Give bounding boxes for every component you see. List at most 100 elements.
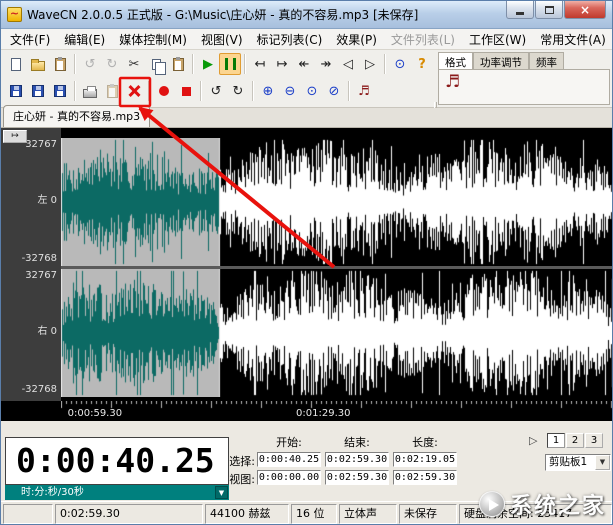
toolbar-button-copy[interactable] bbox=[145, 53, 167, 75]
toolbar-button-save[interactable] bbox=[5, 80, 27, 102]
clipboard-play-icon[interactable]: ▷ bbox=[529, 435, 537, 446]
toolbar-button-go-start[interactable]: ↤ bbox=[249, 53, 271, 75]
go-start-icon: ↤ bbox=[255, 58, 266, 71]
view-start-field[interactable]: 0:00:00.00 bbox=[257, 470, 321, 485]
toolbar-button-new-file[interactable] bbox=[5, 53, 27, 75]
stop-icon bbox=[182, 87, 191, 96]
toolbar-button-record[interactable] bbox=[153, 80, 175, 102]
format-panel: 格式功率调节频率 ♬ bbox=[438, 52, 610, 105]
cycle-icon: ↻ bbox=[233, 85, 244, 98]
toolbar-button-cycle[interactable]: ↻ bbox=[227, 80, 249, 102]
amplitude-ruler: 32767左 0-3276832767右 0-32768 bbox=[1, 128, 61, 401]
open-file-icon bbox=[31, 61, 45, 71]
column-header-start: 开始: bbox=[257, 434, 321, 450]
watermark-text: 系统之家 bbox=[510, 488, 606, 520]
column-header-end: 结束: bbox=[325, 434, 389, 450]
waveform-right-channel[interactable] bbox=[61, 269, 613, 397]
toolbar-button-music-note[interactable]: ♬ bbox=[353, 80, 375, 102]
menu-item-file-list[interactable]: 文件列表(L) bbox=[384, 29, 462, 50]
selection-end-field[interactable]: 0:02:59.30 bbox=[325, 452, 389, 467]
play-before-cursor-icon: ◁ bbox=[343, 58, 353, 71]
toolbar-button-loop[interactable]: ↺ bbox=[205, 80, 227, 102]
save-all-icon bbox=[54, 85, 66, 97]
amplitude-zero-label-left: 左 0 bbox=[37, 195, 57, 207]
toolbar-button-undo[interactable]: ↺ bbox=[79, 53, 101, 75]
wavecn-window: ~ WaveCN 2.0.0.5 正式版 - G:\Music\庄心妍 - 真的… bbox=[0, 0, 613, 525]
row-label-view: 视图: bbox=[223, 471, 255, 487]
panel-tab-frequency[interactable]: 频率 bbox=[529, 52, 564, 69]
toolbar-button-paste[interactable] bbox=[167, 53, 189, 75]
view-length-field[interactable]: 0:02:59.30 bbox=[393, 470, 457, 485]
title-bar: ~ WaveCN 2.0.0.5 正式版 - G:\Music\庄心妍 - 真的… bbox=[1, 1, 612, 29]
selection-length-field[interactable]: 0:02:19.05 bbox=[393, 452, 457, 467]
timeline-ruler[interactable]: 0:00:59.300:01:29.30 bbox=[1, 401, 613, 421]
toolbar-separator bbox=[252, 81, 254, 101]
time-format-bar[interactable]: 时:分:秒/30秒 ▼ bbox=[5, 485, 229, 500]
range-mode-button[interactable]: ↦ bbox=[3, 130, 27, 143]
toolbar-button-help[interactable]: ? bbox=[411, 53, 433, 75]
toolbar-separator bbox=[74, 81, 76, 101]
toolbar-row-1: ↺ ↻ ✂ ▶ ↤ ↦↞↠ ◁ ▷ ⊙? bbox=[5, 52, 433, 76]
toolbar-button-play-before-cursor[interactable]: ◁ bbox=[337, 53, 359, 75]
toolbar-button-select-view[interactable]: ⊙ bbox=[389, 53, 411, 75]
clipboard-selector[interactable]: 剪贴板1 ▼ bbox=[545, 454, 611, 471]
waveform-left-channel[interactable] bbox=[61, 138, 613, 266]
toolbar-button-pause[interactable] bbox=[219, 53, 241, 75]
minimize-button[interactable] bbox=[506, 1, 534, 19]
status-bitdepth: 16 位 bbox=[291, 504, 337, 524]
toolbar-button-paste-to-new[interactable] bbox=[101, 80, 123, 102]
toolbar-button-stop[interactable] bbox=[175, 80, 197, 102]
toolbar-button-play-after-cursor[interactable]: ▷ bbox=[359, 53, 381, 75]
undo-icon: ↺ bbox=[85, 58, 96, 71]
toolbar-button-open-clipboard[interactable] bbox=[49, 53, 71, 75]
select-view-icon: ⊙ bbox=[395, 58, 406, 71]
toolbar-button-zoom-in[interactable]: ⊕ bbox=[257, 80, 279, 102]
toolbar-button-open-file[interactable] bbox=[27, 53, 49, 75]
timeline-label-0: 0:00:59.30 bbox=[68, 408, 122, 419]
toolbar-button-cut[interactable]: ✂ bbox=[123, 53, 145, 75]
toolbar-separator bbox=[200, 81, 202, 101]
toolbar-button-zoom-out[interactable]: ⊖ bbox=[279, 80, 301, 102]
toolbar-button-save-as[interactable] bbox=[27, 80, 49, 102]
panel-tab-power[interactable]: 功率调节 bbox=[473, 52, 529, 69]
save-icon bbox=[10, 85, 22, 97]
waveform-area: 32767左 0-3276832767右 0-32768 ↦ bbox=[1, 128, 613, 401]
time-format-dropdown-icon[interactable]: ▼ bbox=[215, 486, 228, 499]
menu-item-recent-files[interactable]: 常用文件(A) bbox=[533, 29, 613, 50]
cut-icon: ✂ bbox=[129, 58, 140, 71]
selection-start-field[interactable]: 0:00:40.25 bbox=[257, 452, 321, 467]
menu-item-media-control[interactable]: 媒体控制(M) bbox=[112, 29, 194, 50]
toolbar-button-play[interactable]: ▶ bbox=[197, 53, 219, 75]
menu-item-effects[interactable]: 效果(P) bbox=[329, 29, 384, 50]
menu-item-workspace[interactable]: 工作区(W) bbox=[462, 29, 533, 50]
toolbar-button-zoom-selection[interactable]: ⊙ bbox=[301, 80, 323, 102]
clipboard-page-buttons: 123 bbox=[547, 433, 603, 448]
maximize-button[interactable] bbox=[535, 1, 563, 19]
toolbar-button-delete-x[interactable] bbox=[123, 80, 145, 102]
status-samplerate: 44100 赫兹 bbox=[205, 504, 289, 524]
menu-item-file[interactable]: 文件(F) bbox=[3, 29, 57, 50]
file-tab[interactable]: 庄心妍 - 真的不容易.mp3 bbox=[3, 105, 150, 127]
toolbar-button-redo[interactable]: ↻ bbox=[101, 53, 123, 75]
menu-item-edit[interactable]: 编辑(E) bbox=[57, 29, 112, 50]
toolbar-button-marker-prev[interactable]: ↞ bbox=[293, 53, 315, 75]
clipboard-page-3[interactable]: 3 bbox=[585, 433, 603, 448]
clipboard-page-2[interactable]: 2 bbox=[566, 433, 584, 448]
amplitude-zero-label-right: 右 0 bbox=[37, 326, 57, 338]
amplitude-min-label-left: -32768 bbox=[22, 253, 57, 265]
panel-tab-format[interactable]: 格式 bbox=[438, 52, 473, 69]
file-tab-label: 庄心妍 - 真的不容易.mp3 bbox=[13, 110, 140, 123]
clipboard-page-1[interactable]: 1 bbox=[547, 433, 565, 448]
toolbar-button-marker-next[interactable]: ↠ bbox=[315, 53, 337, 75]
window-controls: × bbox=[506, 1, 606, 19]
toolbar-button-save-all[interactable] bbox=[49, 80, 71, 102]
menu-item-marker-list[interactable]: 标记列表(C) bbox=[250, 29, 330, 50]
toolbar-button-go-end[interactable]: ↦ bbox=[271, 53, 293, 75]
close-button[interactable]: × bbox=[564, 1, 606, 19]
toolbar-button-zoom-all[interactable]: ⊘ bbox=[323, 80, 345, 102]
clipboard-dropdown-icon[interactable]: ▼ bbox=[595, 455, 610, 470]
menu-item-view[interactable]: 视图(V) bbox=[194, 29, 250, 50]
toolbar-button-print[interactable] bbox=[79, 80, 101, 102]
view-end-field[interactable]: 0:02:59.30 bbox=[325, 470, 389, 485]
watermark-logo bbox=[479, 491, 505, 517]
